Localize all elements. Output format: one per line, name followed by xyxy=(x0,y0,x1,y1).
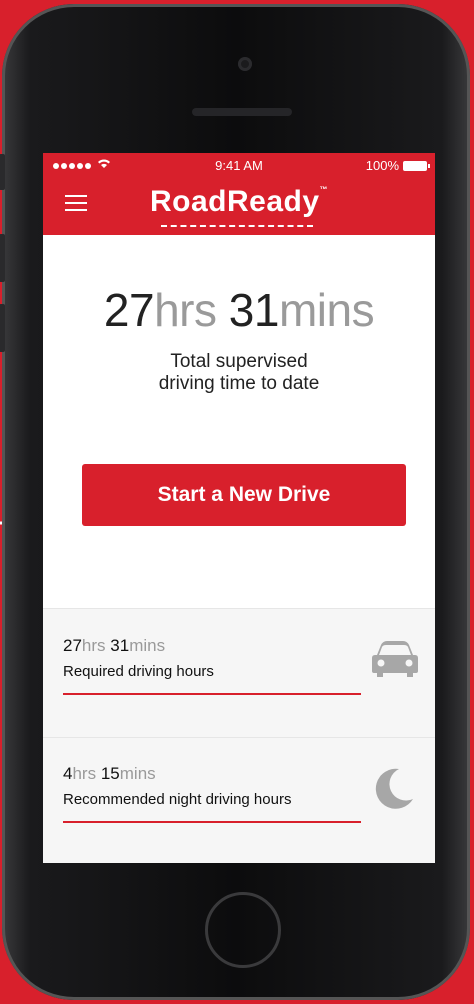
required-minutes-unit: mins xyxy=(129,636,166,655)
total-hours-value: 27 xyxy=(103,284,155,336)
total-hours-unit: hrs xyxy=(154,284,217,336)
total-minutes-value: 31 xyxy=(228,284,280,336)
night-minutes-value: 15 xyxy=(100,764,120,783)
nav-bar: RoadReady™ xyxy=(43,177,435,235)
total-time-caption: Total supervised driving time to date xyxy=(43,351,435,395)
required-hours-item[interactable]: 27hrs 31mins Required driving hours xyxy=(63,609,419,705)
night-hours-label: Recommended night driving hours xyxy=(63,791,292,808)
night-minutes-unit: mins xyxy=(119,764,156,783)
total-minutes-unit: mins xyxy=(278,284,375,336)
required-hours-value: 27 xyxy=(63,636,82,655)
car-icon xyxy=(371,639,419,684)
night-hours-unit: hrs xyxy=(72,764,97,783)
total-time-summary: 27hrs 31mins Total supervised driving ti… xyxy=(43,235,435,395)
required-hours-label: Required driving hours xyxy=(63,663,214,680)
required-hours-unit: hrs xyxy=(81,636,106,655)
battery-icon xyxy=(403,160,430,171)
mute-switch xyxy=(0,154,5,190)
status-bar: 9:41 AM 100% xyxy=(43,153,435,177)
required-hours-progress-line xyxy=(63,693,361,695)
start-new-drive-button[interactable]: Start a New Drive xyxy=(82,464,406,526)
moon-icon xyxy=(375,767,415,814)
required-hours-figure: 27hrs 31mins xyxy=(63,636,165,656)
volume-down-button xyxy=(0,304,5,352)
night-hours-progress-line xyxy=(63,821,361,823)
home-button[interactable] xyxy=(205,892,281,968)
battery-indicator: 100% xyxy=(365,158,430,173)
night-hours-figure: 4hrs 15mins xyxy=(63,764,156,784)
app-screen: 9:41 AM 100% RoadReady™ 27hrs 31mins Tot… xyxy=(43,153,435,863)
trademark-mark: ™ xyxy=(319,185,329,194)
total-time-display: 27hrs 31mins xyxy=(43,283,435,337)
night-hours-item[interactable]: 4hrs 15mins Recommended night driving ho… xyxy=(63,737,419,833)
earpiece-speaker xyxy=(192,108,292,116)
app-logo: RoadReady™ xyxy=(43,185,435,219)
front-camera xyxy=(238,57,252,71)
caption-line-2: driving time to date xyxy=(158,373,320,394)
logo-text: RoadReady xyxy=(149,185,320,218)
stats-panel: 27hrs 31mins Required driving hours 4hrs… xyxy=(43,608,435,863)
logo-road-dashes xyxy=(161,225,313,227)
volume-up-button xyxy=(0,234,5,282)
battery-percent: 100% xyxy=(365,158,399,173)
required-minutes-value: 31 xyxy=(110,636,130,655)
caption-line-1: Total supervised xyxy=(170,351,308,372)
